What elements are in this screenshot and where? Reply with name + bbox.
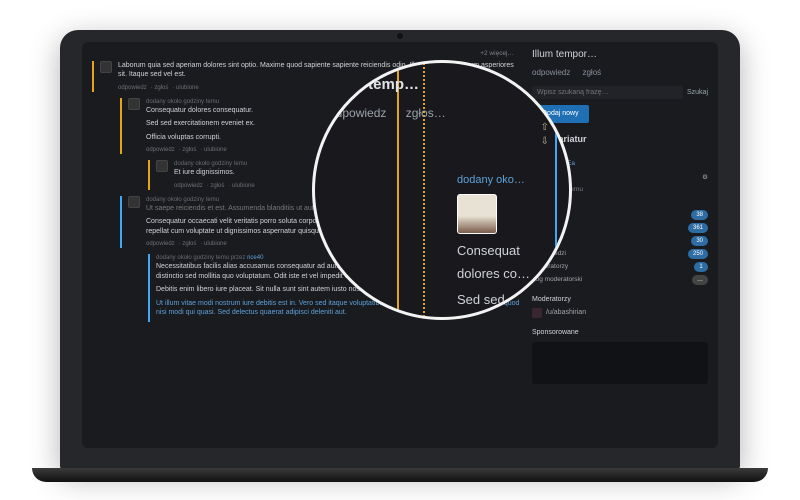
mag-image[interactable] (457, 194, 497, 234)
report-link[interactable]: zgłoś (182, 241, 196, 247)
sidebar-title: Illum tempor… (532, 48, 708, 62)
mag-line: dolores co… (457, 265, 569, 283)
mag-reply-card: dodany oko… Consequat dolores co… Sed se… (457, 173, 569, 320)
report-link[interactable]: zgłoś (182, 147, 196, 153)
sponsored-heading: Sponsorowane (532, 328, 708, 337)
tab-reply[interactable]: odpowiedz (329, 106, 386, 120)
magnifier-overlay: Illum temp… odpowiedz zgłos… ⇧⇩ dodany o… (312, 60, 572, 320)
mag-tabs: odpowiedz zgłos… (329, 105, 555, 121)
reply-link[interactable]: odpowiedz (118, 85, 147, 91)
sponsored-box (532, 342, 708, 384)
tab-report[interactable]: zgłoś (582, 68, 601, 77)
mag-title: Illum temp… (329, 75, 555, 95)
fav-link[interactable]: ulubione (232, 183, 255, 189)
avatar[interactable] (128, 98, 140, 110)
avatar[interactable] (100, 61, 112, 73)
report-link[interactable]: zgłoś (210, 183, 224, 189)
reply-link[interactable]: odpowiedz (174, 183, 203, 189)
gear-icon[interactable]: ⚙ (702, 174, 708, 183)
vote-arrows[interactable]: ⇧⇩ (541, 121, 549, 148)
avatar[interactable] (128, 196, 140, 208)
reply-link[interactable]: odpowiedz (146, 147, 175, 153)
avatar[interactable] (156, 160, 168, 172)
mag-line: Sed sed (457, 291, 569, 309)
fav-link[interactable]: ulubione (176, 85, 199, 91)
camera-notch (397, 33, 403, 39)
more-participants[interactable]: +2 więcej… (92, 48, 522, 61)
mag-line: Consequat (457, 242, 569, 260)
report-link[interactable]: zgłoś (154, 85, 168, 91)
tab-report[interactable]: zgłos… (406, 106, 446, 120)
reply-link[interactable]: odpowiedz (146, 241, 175, 247)
screen: +2 więcej… Laborum quia sed aperiam dolo… (82, 42, 718, 448)
fav-link[interactable]: ulubione (204, 147, 227, 153)
laptop-frame: +2 więcej… Laborum quia sed aperiam dolo… (60, 30, 740, 470)
search-button[interactable]: Szukaj (687, 88, 708, 97)
fav-link[interactable]: ulubione (204, 241, 227, 247)
author-link[interactable]: rice40 (247, 255, 263, 261)
mag-post-meta: dodany oko… (457, 173, 569, 188)
